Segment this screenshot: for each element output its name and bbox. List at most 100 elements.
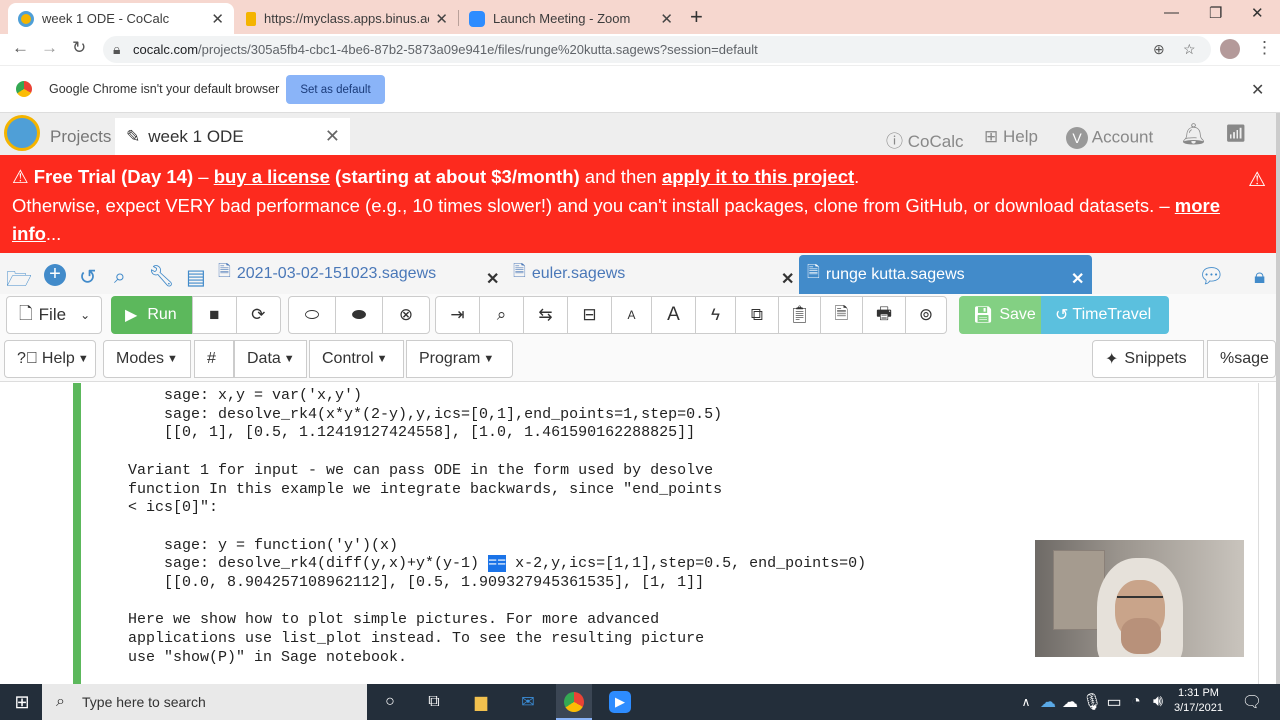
browser-tab-cocalc[interactable]: week 1 ODE - CoCalc ✕ <box>8 3 234 34</box>
cortana-icon[interactable]: ○ <box>378 690 402 714</box>
microphone-icon[interactable]: 🎙︎ <box>1080 690 1104 714</box>
file-tab-label: runge kutta.sagews <box>825 265 965 283</box>
file-menu[interactable]: 🗋 File ⌄ <box>6 296 102 334</box>
account-link[interactable]: V Account <box>1066 127 1153 149</box>
hash-button[interactable]: # <box>194 340 234 378</box>
browser-tab-zoom[interactable]: Launch Meeting - Zoom ✕ <box>459 3 683 34</box>
close-infobar-icon[interactable]: ✕ <box>1251 80 1264 100</box>
print-icon[interactable]: 🖶 <box>863 297 906 333</box>
browser-tab-strip: week 1 ODE - CoCalc ✕ https://myclass.ap… <box>0 0 1280 34</box>
network-icon[interactable]: ◔ <box>1124 690 1148 714</box>
search-icon[interactable]: ⌕ <box>480 297 524 333</box>
control-menu-label: Control <box>322 350 374 367</box>
close-project-icon[interactable]: ✕ <box>325 126 340 147</box>
notifications-icon[interactable]: 🗨︎ <box>1240 690 1264 714</box>
copy-icon[interactable]: ⧉ <box>736 297 779 333</box>
toggle-output-icon[interactable]: ⬬ <box>336 297 383 333</box>
wrench-icon[interactable]: 🔧︎ <box>148 265 175 289</box>
mail-icon[interactable]: ✉ <box>516 690 540 714</box>
paste-icon[interactable]: 📋︎ <box>779 297 821 333</box>
program-menu[interactable]: Program ▼ <box>406 340 513 378</box>
close-tab-icon[interactable]: ✕ <box>435 10 448 28</box>
volume-icon[interactable]: 🔊︎ <box>1146 690 1170 714</box>
windows-start-icon[interactable]: ⊞ <box>10 690 34 714</box>
browser-tab-myclass[interactable]: https://myclass.apps.binus.ac.id/ ✕ <box>236 3 458 34</box>
file-tab[interactable]: 🗎 2021-03-02-151023.sagews ✕ <box>210 253 510 294</box>
set-as-default-button[interactable]: Set as default <box>286 75 385 104</box>
modes-menu[interactable]: Modes ▼ <box>103 340 191 378</box>
font-smaller-icon[interactable]: A <box>612 297 652 333</box>
bookmark-star-icon[interactable]: ☆ <box>1183 41 1196 58</box>
history-icon[interactable]: ↺ <box>79 265 97 290</box>
chrome-taskbar-button[interactable] <box>556 684 592 720</box>
close-tab-icon[interactable]: ✕ <box>660 10 673 28</box>
file-tab[interactable]: 🗎 euler.sagews ✕ <box>505 253 800 294</box>
server-icon[interactable]: ▤ <box>186 265 206 290</box>
snippets-button[interactable]: ✦ Snippets <box>1092 340 1204 378</box>
zoom-app-icon[interactable]: ▶ <box>609 691 631 713</box>
run-button[interactable]: ▶ Run <box>111 296 193 334</box>
file-tab-active[interactable]: 🗎 runge kutta.sagews ✕ <box>799 255 1092 294</box>
new-file-icon[interactable]: + <box>44 264 66 286</box>
file-explorer-icon[interactable]: ▆ <box>469 690 493 714</box>
restart-icon[interactable]: ⟳ <box>237 297 281 333</box>
more-info-link[interactable]: more <box>1175 195 1220 216</box>
cocalc-link[interactable]: ⓘ CoCalc <box>886 127 963 152</box>
indent-icon[interactable]: ⇥ <box>436 297 480 333</box>
close-file-tab-icon[interactable]: ✕ <box>781 269 794 289</box>
taskbar-search-box[interactable]: ⌕ Type here to search <box>42 684 367 720</box>
profile-avatar[interactable] <box>1220 39 1240 59</box>
more-info-link-2[interactable]: info <box>12 223 46 244</box>
page-scrollbar[interactable] <box>1276 113 1280 684</box>
maximize-icon[interactable]: ❐ <box>1209 4 1222 22</box>
close-file-tab-icon[interactable]: ✕ <box>486 269 499 289</box>
reload-icon[interactable]: ↻ <box>72 38 86 58</box>
control-menu[interactable]: Control ▼ <box>309 340 404 378</box>
search-files-icon[interactable]: ⌕ <box>114 265 126 289</box>
battery-icon[interactable]: ▭ <box>1102 690 1126 714</box>
font-larger-icon[interactable]: A <box>652 297 696 333</box>
bolt-icon[interactable]: ϟ <box>696 297 736 333</box>
chrome-menu-icon[interactable]: ⋮ <box>1256 38 1273 58</box>
address-bar[interactable]: 🔒︎ cocalc.com/projects/305a5fb4-cbc1-4be… <box>103 36 1211 63</box>
back-icon[interactable]: ← <box>12 38 29 58</box>
cloud-icon[interactable]: ☁ <box>1058 690 1082 714</box>
data-menu[interactable]: Data ▼ <box>234 340 307 378</box>
code-content[interactable]: sage: x,y = var('x,y') sage: desolve_rk4… <box>128 387 866 668</box>
minimize-icon[interactable]: — <box>1164 4 1179 21</box>
stop-icon[interactable]: ■ <box>193 297 237 333</box>
pdf-icon[interactable]: 🗎 <box>821 297 863 333</box>
apply-project-link[interactable]: apply it to this project <box>662 166 854 187</box>
chat-icon[interactable]: 💬︎ <box>1198 265 1225 289</box>
onedrive-icon[interactable]: ☁ <box>1036 690 1060 714</box>
help-menu-label: Help <box>41 350 75 367</box>
split-icon[interactable]: ⊟ <box>568 297 612 333</box>
toggle-input-icon[interactable]: ⬭ <box>289 297 336 333</box>
loading-favicon-icon <box>246 11 256 26</box>
code-line: sage: y = function('y')(x) <box>128 536 399 554</box>
sync-icon[interactable]: ⊚ <box>906 297 946 333</box>
projects-link[interactable]: Projects <box>50 127 111 147</box>
mode-indicator[interactable]: %sage <box>1207 340 1276 378</box>
taskbar-clock[interactable]: 1:31 PM 3/17/2021 <box>1174 686 1223 716</box>
timetravel-button[interactable]: ↺ TimeTravel <box>1041 296 1169 334</box>
close-tab-icon[interactable]: ✕ <box>211 10 224 28</box>
close-window-icon[interactable]: ✕ <box>1251 4 1264 22</box>
cocalc-logo[interactable] <box>4 115 40 151</box>
task-view-icon[interactable]: ⧉ <box>422 690 446 714</box>
lock-project-icon[interactable]: 🔒︎ <box>1254 265 1265 289</box>
buy-license-link[interactable]: buy a license <box>214 166 330 187</box>
help-menu[interactable]: ?⃝ Help ▼ <box>4 340 96 378</box>
forward-icon[interactable]: → <box>41 38 58 58</box>
replace-icon[interactable]: ⇆ <box>524 297 568 333</box>
project-tab[interactable]: ✎ week 1 ODE ✕ <box>115 118 350 155</box>
delete-output-icon[interactable]: ⊗ <box>383 297 429 333</box>
tray-chevron-icon[interactable]: ∧ <box>1014 690 1038 714</box>
bell-icon[interactable]: 🔔︎ <box>1180 123 1207 147</box>
new-tab-icon[interactable]: + <box>690 4 703 30</box>
close-file-tab-icon[interactable]: ✕ <box>1071 269 1084 289</box>
file-icon: 🗎 <box>218 263 231 280</box>
help-link[interactable]: ⊞ Help <box>984 127 1038 147</box>
zoom-icon[interactable]: ⊕ <box>1153 41 1165 58</box>
save-button[interactable]: 💾︎ Save <box>959 296 1041 334</box>
